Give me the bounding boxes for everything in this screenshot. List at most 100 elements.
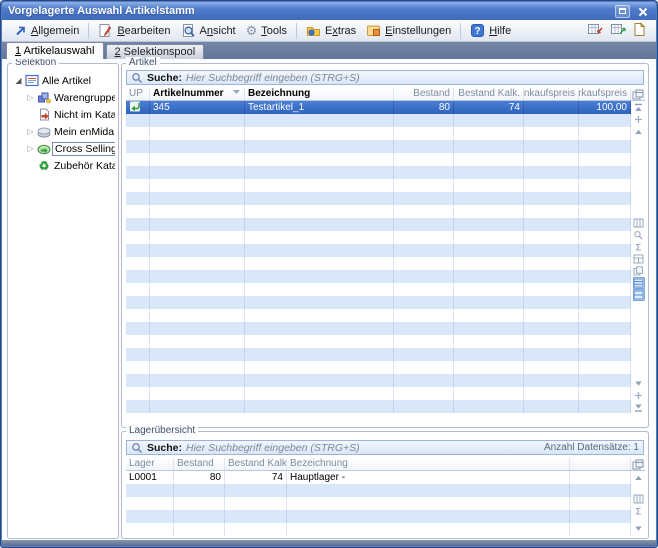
empty-cell <box>579 322 631 335</box>
tree-item-zubeh-r-katalog[interactable]: ♻Zubehör Katalog <box>11 157 115 174</box>
prev-row-button[interactable] <box>633 125 645 137</box>
column-header-empty[interactable] <box>570 458 631 470</box>
table-import-button[interactable] <box>587 22 603 40</box>
empty-cell <box>579 374 631 387</box>
last-row-button[interactable] <box>633 401 645 413</box>
columns-button[interactable] <box>633 217 645 229</box>
toolbar-button-hilfe[interactable]: ?Hilfe <box>465 22 516 39</box>
column-chooser-button[interactable] <box>631 88 645 100</box>
empty-row[interactable] <box>126 497 631 510</box>
empty-row[interactable] <box>126 335 631 348</box>
move-button[interactable] <box>633 389 645 401</box>
artikel-scroll-strip[interactable]: Σ <box>632 101 645 413</box>
lager-search-bar[interactable]: Suche: Hier Suchbegriff eingeben (STRG+S… <box>126 440 644 455</box>
toolbar-button-bearbeiten[interactable]: Bearbeiten <box>93 22 175 39</box>
table-export-icon <box>610 22 626 37</box>
empty-row[interactable] <box>126 484 631 497</box>
tree-item-alle-artikel[interactable]: ◢Alle Artikel <box>11 72 115 89</box>
row-height-button[interactable] <box>633 277 645 289</box>
empty-cell <box>579 309 631 322</box>
empty-row[interactable] <box>126 361 631 374</box>
empty-row[interactable] <box>126 510 631 523</box>
prev-row-button[interactable] <box>633 471 645 483</box>
tree-item-warengruppen[interactable]: ▷Warengruppen <box>11 89 115 106</box>
artikel-data-row[interactable]: 345Testartikel_18074100,00 <box>126 101 631 114</box>
row-lines-button[interactable] <box>633 289 645 301</box>
empty-row[interactable] <box>126 257 631 270</box>
new-document-button[interactable] <box>633 22 646 40</box>
column-chooser-button[interactable] <box>631 458 645 470</box>
find-button[interactable] <box>633 229 645 241</box>
column-header-bestand[interactable]: Bestand <box>174 458 225 470</box>
empty-row[interactable] <box>126 179 631 192</box>
artikel-search-bar[interactable]: Suche: Hier Suchbegriff eingeben (STRG+S… <box>126 70 644 85</box>
column-header-artikelnummer[interactable]: Artikelnummer <box>150 88 245 100</box>
lager-data-row[interactable]: L00018074Hauptlager - <box>126 471 631 484</box>
empty-row[interactable] <box>126 400 631 413</box>
next-row-button[interactable] <box>633 377 645 389</box>
column-header-up[interactable]: UP <box>126 88 150 100</box>
next-row-button[interactable] <box>633 522 645 534</box>
columns-button[interactable] <box>633 493 645 505</box>
empty-row[interactable] <box>126 231 631 244</box>
column-header-bezeichnung[interactable]: Bezeichnung <box>245 88 394 100</box>
tab-1-artikelauswahl[interactable]: 1 Artikelauswahl <box>6 42 104 59</box>
empty-row[interactable] <box>126 205 631 218</box>
column-header-einkaufspreis[interactable]: Einkaufspreis <box>524 88 579 100</box>
expanded-expander-icon[interactable]: ◢ <box>13 76 24 85</box>
column-header-lager[interactable]: Lager <box>126 458 174 470</box>
copy-button[interactable] <box>633 265 645 277</box>
empty-row[interactable] <box>126 374 631 387</box>
table-export-button[interactable] <box>610 22 626 40</box>
sum-button[interactable]: Σ <box>633 241 645 253</box>
empty-row[interactable] <box>126 270 631 283</box>
empty-cell <box>126 231 150 244</box>
empty-row[interactable] <box>126 348 631 361</box>
move-button[interactable] <box>633 113 645 125</box>
layout-button[interactable] <box>633 253 645 265</box>
sum-button[interactable]: Σ <box>633 505 645 517</box>
collapsed-expander-icon[interactable]: ▷ <box>25 93 36 102</box>
empty-row[interactable] <box>126 140 631 153</box>
toolbar-button-einstellungen[interactable]: Einstellungen <box>361 22 456 39</box>
tree-item-mein-enmida[interactable]: ▷Mein enMida <box>11 123 115 140</box>
close-button[interactable] <box>635 5 650 18</box>
toolbar-button-tools[interactable]: ⚙Tools <box>241 23 292 38</box>
first-row-button[interactable] <box>633 101 645 113</box>
column-header-verkaufspreis[interactable]: Verkaufspreis <box>579 88 631 100</box>
collapsed-expander-icon[interactable]: ▷ <box>25 144 36 153</box>
column-header-bezeichnung[interactable]: Bezeichnung <box>287 458 570 470</box>
restore-button[interactable] <box>615 5 630 18</box>
empty-cell <box>245 166 394 179</box>
toolbar-button-extras[interactable]: Extras <box>301 22 361 39</box>
svg-text:Σ: Σ <box>636 243 642 253</box>
empty-row[interactable] <box>126 309 631 322</box>
empty-row[interactable] <box>126 127 631 140</box>
lager-scroll-strip[interactable]: Σ <box>632 471 645 534</box>
empty-row[interactable] <box>126 114 631 127</box>
empty-cell <box>394 192 454 205</box>
column-header-bestand-kalk-[interactable]: Bestand Kalk. <box>225 458 287 470</box>
empty-row[interactable] <box>126 218 631 231</box>
empty-row[interactable] <box>126 387 631 400</box>
empty-row[interactable] <box>126 322 631 335</box>
tree-item-nicht-im-katalog[interactable]: Nicht im Katalog <box>11 106 115 123</box>
empty-cell <box>174 484 225 497</box>
empty-row[interactable] <box>126 296 631 309</box>
toolbar-button-allgemein[interactable]: Allgemein <box>8 23 84 39</box>
sort-filter-icon[interactable] <box>232 88 241 96</box>
empty-row[interactable] <box>126 153 631 166</box>
empty-row[interactable] <box>126 283 631 296</box>
empty-row[interactable] <box>126 192 631 205</box>
column-header-bestand[interactable]: Bestand <box>394 88 454 100</box>
collapsed-expander-icon[interactable]: ▷ <box>25 127 36 136</box>
tree-item-cross-selling-katalog[interactable]: ▷Cross Selling Katalog <box>11 140 115 157</box>
empty-row[interactable] <box>126 166 631 179</box>
empty-row[interactable] <box>126 523 631 536</box>
toolbar-button-ansicht[interactable]: Ansicht <box>176 22 241 39</box>
empty-cell <box>579 127 631 140</box>
empty-row[interactable] <box>126 244 631 257</box>
column-header-label: Bestand <box>177 458 214 470</box>
column-header-bestand-kalk-[interactable]: Bestand Kalk. <box>454 88 524 100</box>
empty-cell <box>394 309 454 322</box>
